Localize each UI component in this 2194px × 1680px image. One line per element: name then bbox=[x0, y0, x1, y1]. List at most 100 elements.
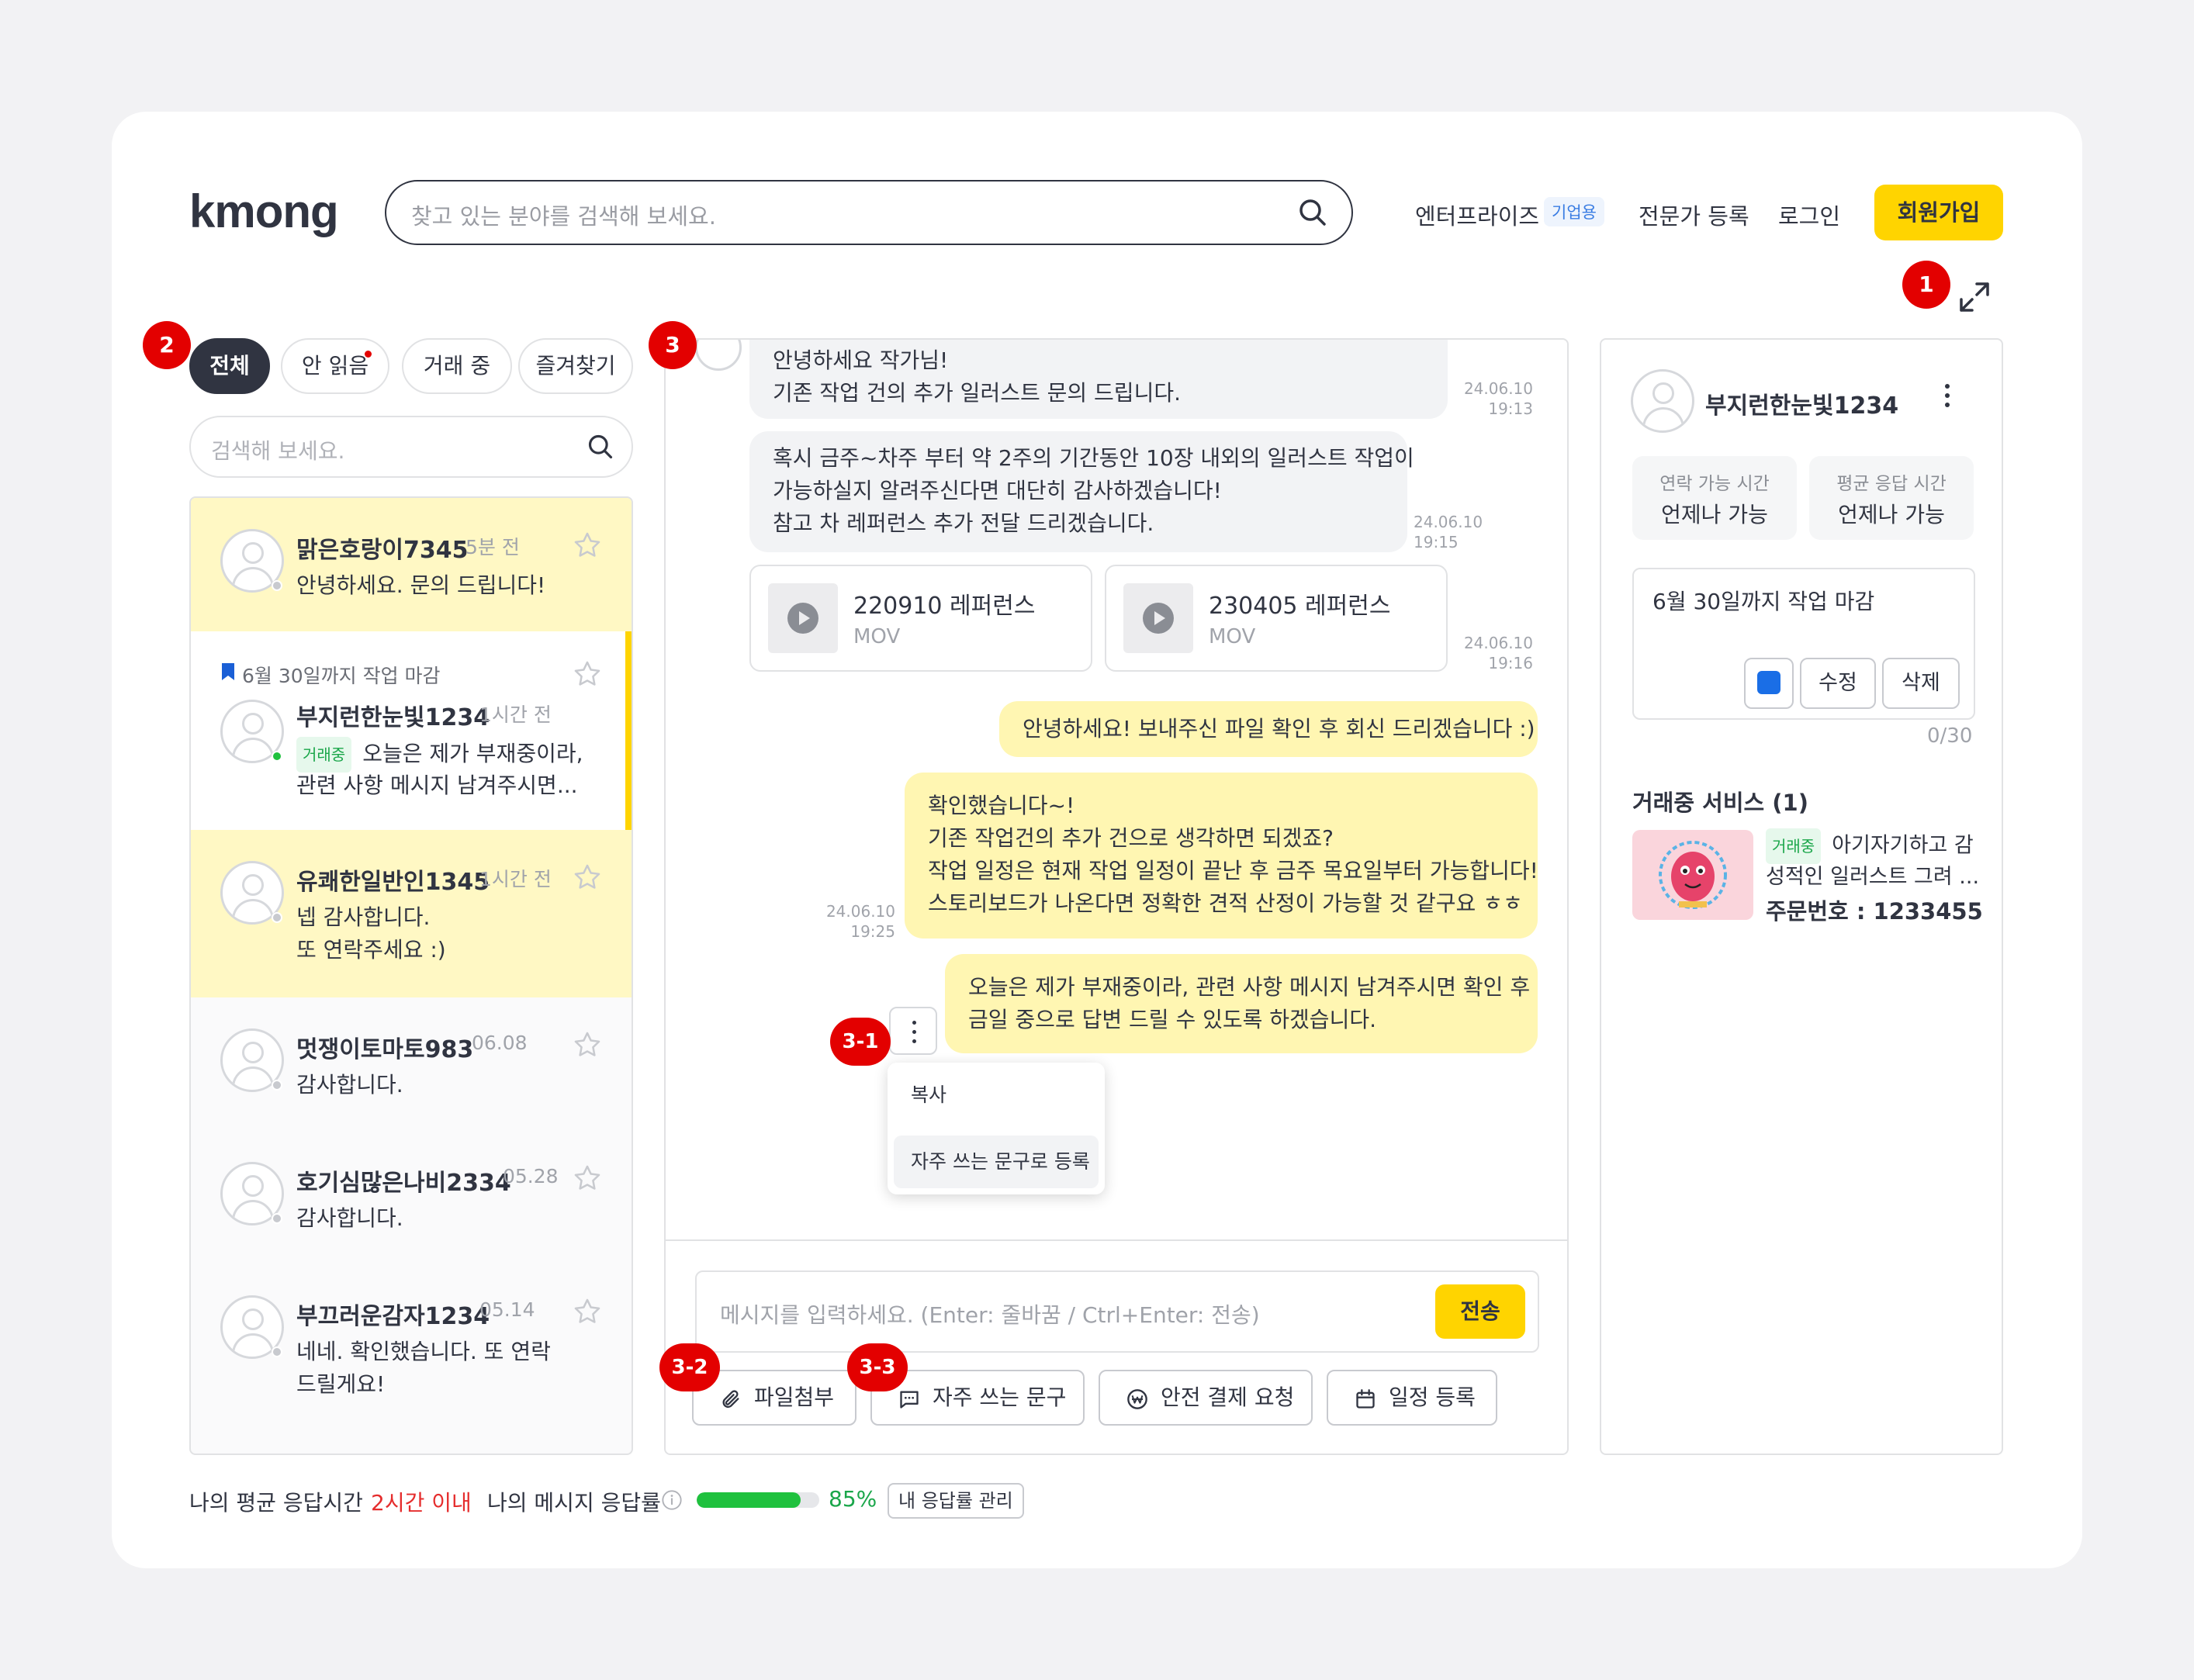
expand-icon[interactable] bbox=[1958, 281, 1991, 313]
conversation-time: 1시간 전 bbox=[479, 703, 552, 726]
nav-enterprise[interactable]: 엔터프라이즈 bbox=[1415, 199, 1539, 231]
conversation-item[interactable]: 맑은호랑이7345 5분 전 안녕하세요. 문의 드립니다! bbox=[191, 498, 632, 631]
conversation-list: 맑은호랑이7345 5분 전 안녕하세요. 문의 드립니다! 6월 30일까지 … bbox=[189, 496, 633, 1455]
tab-unread[interactable]: 안 읽음 bbox=[281, 338, 389, 394]
message-line: 기존 작업건의 추가 건으로 생각하면 되겠죠? bbox=[928, 825, 1334, 851]
file-name: 230405 레퍼런스 bbox=[1209, 593, 1391, 620]
message-bubble-sent[interactable]: 확인했습니다~! 기존 작업건의 추가 건으로 생각하면 되겠죠? 작업 일정은… bbox=[905, 773, 1538, 939]
memo-color-swatch bbox=[1757, 671, 1780, 694]
message-bubble-received[interactable]: 혹시 금주~차주 부터 약 2주의 기간동안 10장 내외의 일러스트 작업이 … bbox=[749, 431, 1414, 552]
contact-hours-value: 언제나 가능 bbox=[1661, 502, 1768, 527]
video-thumbnail bbox=[768, 583, 838, 653]
info-icon[interactable] bbox=[661, 1489, 683, 1511]
services-title: 거래중 서비스 (1) bbox=[1632, 790, 1808, 816]
conversation-preview: 넵 감사합니다. bbox=[296, 904, 431, 930]
response-rate-label: 나의 메시지 응답률 bbox=[487, 1490, 661, 1516]
conversation-item[interactable]: 멋쟁이토마토983 06.08 감사합니다. bbox=[191, 997, 632, 1131]
message-input[interactable]: 메시지를 입력하세요. (Enter: 줄바꿈 / Ctrl+Enter: 전송… bbox=[695, 1270, 1539, 1353]
marker-2: 2 bbox=[143, 321, 191, 369]
star-icon[interactable] bbox=[573, 1030, 602, 1060]
service-thumbnail[interactable] bbox=[1632, 830, 1753, 920]
kmong-logo[interactable]: kmong bbox=[189, 185, 339, 238]
memo-delete-button[interactable]: 삭제 bbox=[1882, 658, 1960, 709]
saved-phrases-label: 자주 쓰는 문구 bbox=[933, 1384, 1067, 1410]
star-icon[interactable] bbox=[573, 862, 602, 892]
attach-file-label: 파일첨부 bbox=[754, 1384, 835, 1410]
message-line: 오늘은 제가 부재중이라, 관련 사항 메시지 남겨주시면 확인 후 bbox=[968, 974, 1531, 1000]
chat-divider bbox=[666, 1239, 1567, 1241]
response-rate-bar bbox=[697, 1492, 819, 1508]
global-search-input[interactable]: 찾고 있는 분야를 검색해 보세요. bbox=[385, 180, 1353, 245]
conversation-item[interactable]: 유쾌한일반인1345 1시간 전 넵 감사합니다. 또 연락주세요 :) bbox=[191, 830, 632, 997]
conversation-preview: 오늘은 제가 부재중이라, bbox=[362, 741, 583, 766]
enterprise-badge: 기업용 bbox=[1544, 197, 1604, 226]
tab-in-progress[interactable]: 거래 중 bbox=[402, 338, 512, 394]
star-icon[interactable] bbox=[573, 1297, 602, 1326]
in-progress-tag: 거래중 bbox=[296, 737, 352, 773]
response-time-box: 평균 응답 시간 언제나 가능 bbox=[1809, 456, 1974, 540]
more-options-icon[interactable] bbox=[1940, 380, 1955, 411]
service-illustration bbox=[1659, 841, 1727, 909]
message-line: 가능하실지 알려주신다면 대단히 감사하겠습니다! bbox=[773, 478, 1222, 503]
message-more-button[interactable] bbox=[889, 1007, 937, 1055]
response-time-label: 평균 응답 시간 bbox=[1836, 474, 1947, 494]
conversation-time: 05.14 bbox=[479, 1298, 535, 1321]
star-icon[interactable] bbox=[573, 531, 602, 560]
in-progress-tag: 거래중 bbox=[1766, 828, 1822, 864]
message-line: 참고 차 레퍼런스 추가 전달 드리겠습니다. bbox=[773, 510, 1154, 536]
signup-button[interactable]: 회원가입 bbox=[1874, 185, 2003, 240]
memo-edit-button[interactable]: 수정 bbox=[1800, 658, 1876, 709]
manage-response-rate-button[interactable]: 내 응답률 관리 bbox=[888, 1483, 1024, 1519]
online-status-dot bbox=[272, 751, 282, 762]
message-line: 스토리보드가 나온다면 정확한 견적 산정이 가능할 것 같구요 ㅎㅎ bbox=[928, 890, 1523, 916]
play-icon[interactable] bbox=[1143, 603, 1174, 634]
file-name: 220910 레퍼런스 bbox=[853, 593, 1036, 620]
partner-avatar bbox=[1631, 369, 1694, 433]
conversation-name: 부지런한눈빛1234 bbox=[296, 704, 490, 731]
contact-hours-box: 연락 가능 시간 언제나 가능 bbox=[1632, 456, 1797, 540]
message-line: 확인했습니다~! bbox=[928, 793, 1075, 818]
message-timestamp: 24.06.10 19:13 bbox=[1463, 379, 1533, 418]
marker-3: 3 bbox=[649, 321, 697, 369]
schedule-label: 일정 등록 bbox=[1389, 1384, 1476, 1410]
response-time-value: 언제나 가능 bbox=[1838, 502, 1945, 527]
conversation-time: 1시간 전 bbox=[479, 868, 552, 890]
tab-all[interactable]: 전체 bbox=[189, 338, 270, 394]
safe-payment-button[interactable]: 안전 결제 요청 bbox=[1099, 1370, 1313, 1426]
file-attachment[interactable]: 220910 레퍼런스 MOV bbox=[749, 565, 1092, 672]
message-bubble-received[interactable]: 안녕하세요 작가님! 기존 작업 건의 추가 일러스트 문의 드립니다. bbox=[749, 340, 1448, 419]
conversation-time: 05.28 bbox=[503, 1165, 559, 1187]
calendar-icon bbox=[1356, 1389, 1375, 1409]
message-timestamp: 24.06.10 19:15 bbox=[1414, 513, 1483, 551]
search-icon[interactable] bbox=[587, 433, 614, 461]
memo-box[interactable]: 6월 30일까지 작업 마감 수정 삭제 bbox=[1632, 568, 1975, 720]
star-icon[interactable] bbox=[573, 1163, 602, 1193]
menu-item-copy[interactable]: 복사 bbox=[894, 1069, 1099, 1122]
file-attachment[interactable]: 230405 레퍼런스 MOV bbox=[1105, 565, 1448, 672]
offline-status-dot bbox=[272, 580, 282, 591]
conversation-preview: 감사합니다. bbox=[296, 1072, 403, 1098]
search-icon[interactable] bbox=[1297, 197, 1328, 228]
star-icon[interactable] bbox=[573, 659, 602, 689]
memo-text: 6월 30일까지 작업 마감 bbox=[1652, 589, 1875, 614]
conversation-item[interactable]: 부끄러운감자1234 05.14 네네. 확인했습니다. 또 연락 드릴게요! bbox=[191, 1264, 632, 1432]
partner-info-panel: 부지런한눈빛1234 연락 가능 시간 언제나 가능 평균 응답 시간 언제나 … bbox=[1600, 338, 2003, 1455]
message-bubble-sent[interactable]: 오늘은 제가 부재중이라, 관련 사항 메시지 남겨주시면 확인 후 금일 중으… bbox=[945, 954, 1538, 1053]
conversation-name: 호기심많은나비2334 bbox=[296, 1170, 511, 1197]
play-icon[interactable] bbox=[787, 603, 818, 634]
nav-login[interactable]: 로그인 bbox=[1778, 199, 1840, 231]
menu-item-save-phrase[interactable]: 자주 쓰는 문구로 등록 bbox=[894, 1136, 1099, 1188]
video-thumbnail bbox=[1123, 583, 1193, 653]
schedule-button[interactable]: 일정 등록 bbox=[1327, 1370, 1497, 1426]
chat-bubble-icon bbox=[900, 1391, 919, 1409]
nav-expert-register[interactable]: 전문가 등록 bbox=[1639, 199, 1749, 231]
marker-3-3: 3-3 bbox=[847, 1343, 908, 1391]
message-bubble-sent[interactable]: 안녕하세요! 보내주신 파일 확인 후 회신 드리겠습니다 :) bbox=[999, 701, 1538, 757]
conversation-search-input[interactable]: 검색해 보세요. bbox=[189, 416, 633, 478]
send-button[interactable]: 전송 bbox=[1435, 1284, 1525, 1339]
tab-favorites[interactable]: 즐겨찾기 bbox=[518, 338, 633, 394]
conversation-item[interactable]: 호기심많은나비2334 05.28 감사합니다. bbox=[191, 1131, 632, 1264]
conversation-item-selected[interactable]: 6월 30일까지 작업 마감 부지런한눈빛1234 1시간 전 거래중 오늘은 제… bbox=[191, 631, 632, 830]
memo-color-button[interactable] bbox=[1744, 658, 1794, 709]
conversation-preview-line2: 또 연락주세요 :) bbox=[296, 937, 446, 963]
